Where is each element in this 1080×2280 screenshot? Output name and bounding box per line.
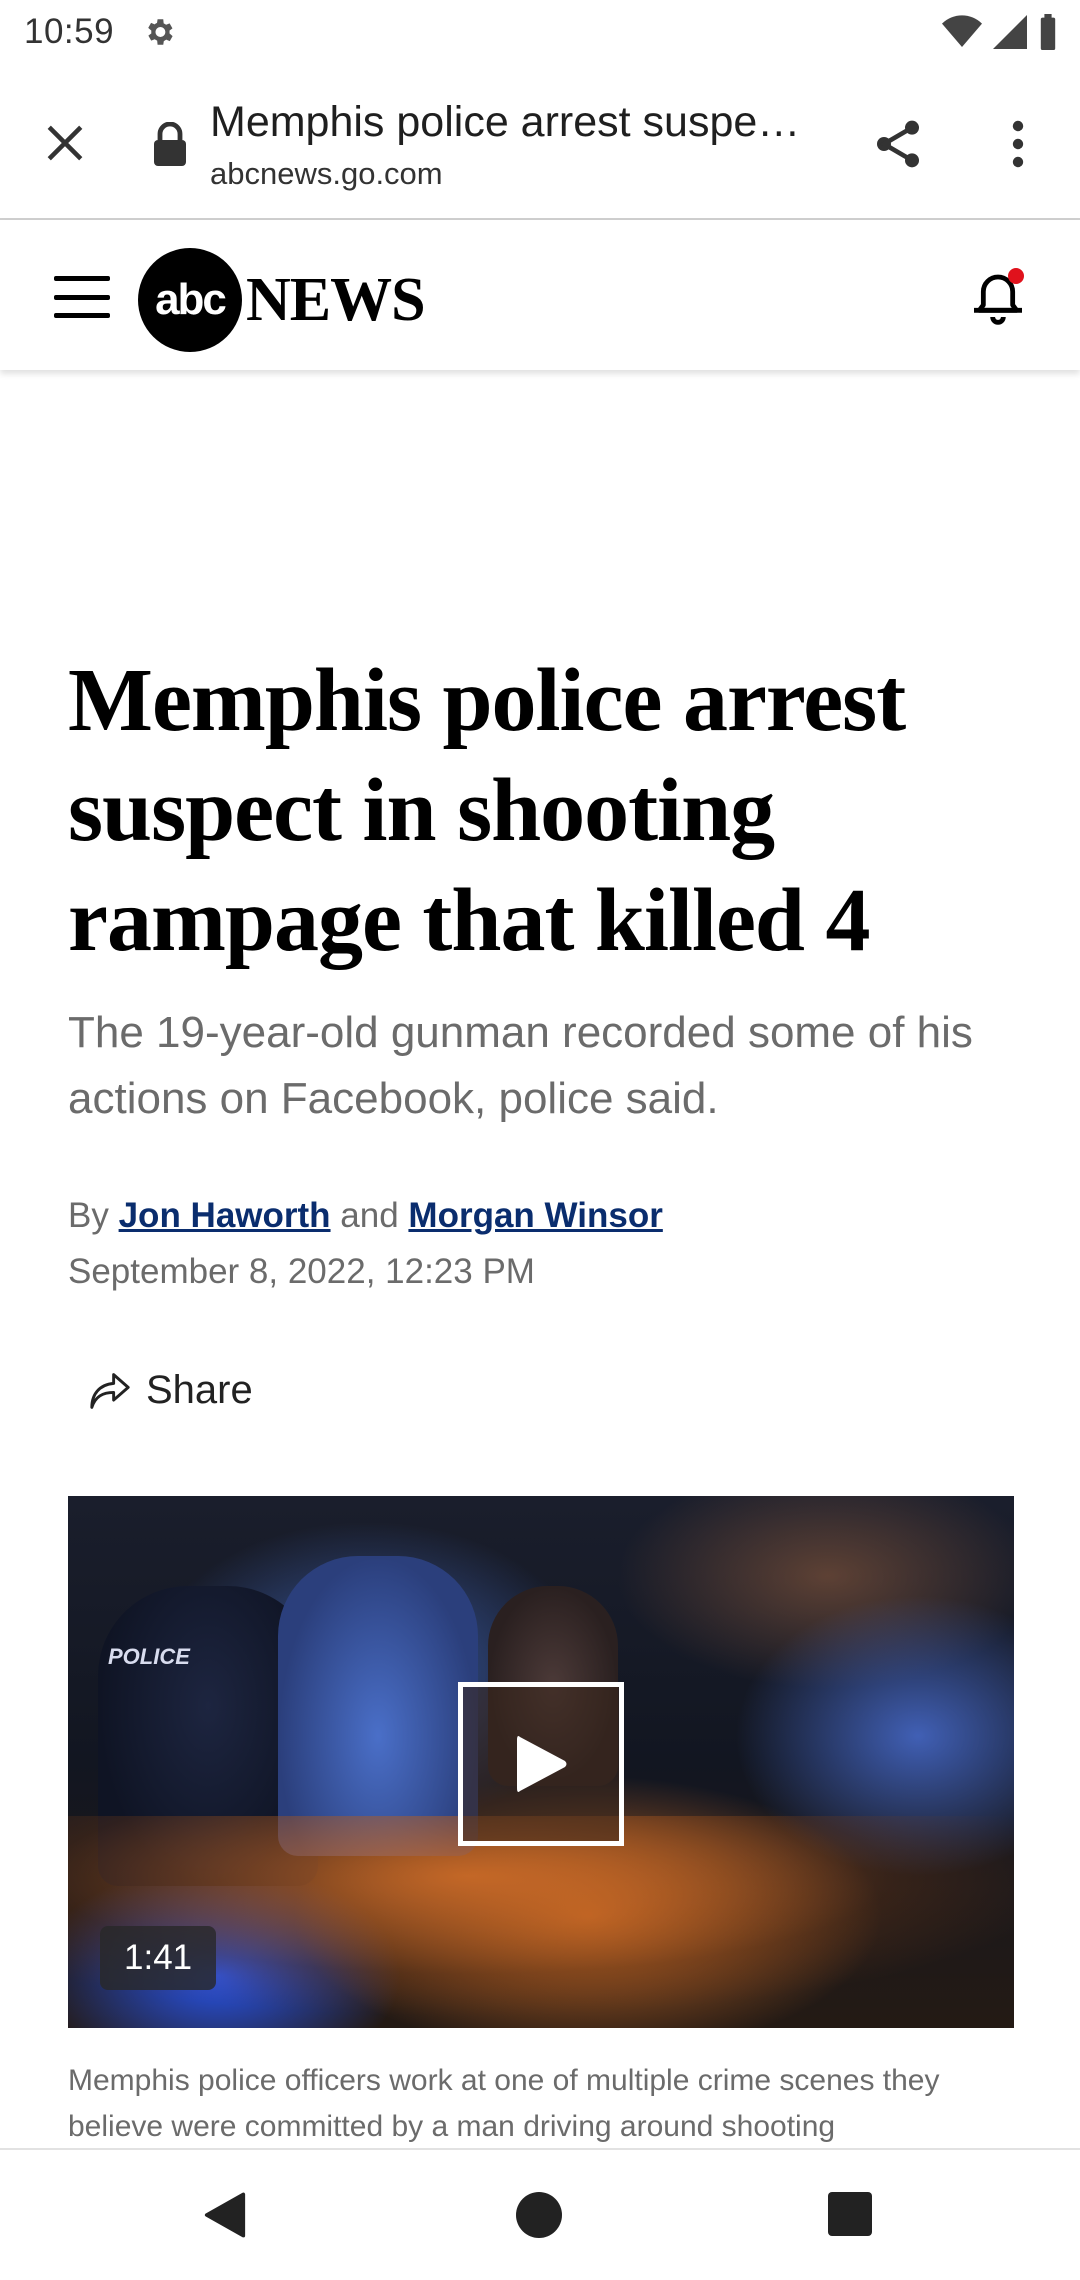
back-icon[interactable] xyxy=(202,2192,248,2238)
home-icon[interactable] xyxy=(516,2192,562,2238)
close-tab-button[interactable] xyxy=(36,114,94,172)
recents-icon[interactable] xyxy=(828,2192,872,2236)
wifi-icon xyxy=(942,15,982,47)
hamburger-menu-icon[interactable] xyxy=(54,276,110,318)
signal-icon xyxy=(993,15,1027,49)
author-link-morgan-winsor[interactable]: Morgan Winsor xyxy=(408,1196,662,1235)
play-icon xyxy=(517,1736,567,1792)
article-headline: Memphis police arrest suspect in shootin… xyxy=(68,651,906,970)
byline: By Jon Haworth and Morgan Winsor xyxy=(68,1196,663,1236)
battery-icon xyxy=(1040,14,1056,50)
system-nav-bar xyxy=(0,2148,1080,2280)
logo-word: NEWS xyxy=(246,265,426,334)
video-thumbnail-car xyxy=(68,1816,1014,2028)
page-url[interactable]: abcnews.go.com xyxy=(210,156,443,192)
browser-toolbar: Memphis police arrest suspe… abcnews.go.… xyxy=(0,64,1080,220)
gear-icon xyxy=(148,19,173,45)
abc-news-logo[interactable]: abc NEWS xyxy=(138,248,426,352)
notification-dot xyxy=(1008,268,1024,284)
video-play-button[interactable] xyxy=(458,1682,624,1846)
video-player[interactable]: POLICE 1:41 xyxy=(68,1496,1014,2028)
more-vert-icon xyxy=(1012,120,1024,168)
browser-share-button[interactable] xyxy=(866,108,930,180)
byline-prefix: By xyxy=(68,1196,109,1235)
video-duration-badge: 1:41 xyxy=(100,1926,217,1990)
video-caption: Memphis police officers work at one of m… xyxy=(68,2064,940,2143)
article-dek: The 19-year-old gunman recorded some of … xyxy=(68,1008,973,1123)
page-title[interactable]: Memphis police arrest suspe… xyxy=(210,98,820,147)
author-link-jon-haworth[interactable]: Jon Haworth xyxy=(119,1196,331,1235)
logo-circle: abc xyxy=(138,248,242,352)
lock-icon xyxy=(154,122,186,166)
article-share-button[interactable]: Share xyxy=(88,1368,253,1413)
police-vest-text: POLICE xyxy=(108,1644,190,1669)
browser-menu-button[interactable] xyxy=(990,108,1046,180)
byline-conjunction: and xyxy=(340,1196,399,1235)
site-header: abc NEWS xyxy=(0,220,1080,370)
status-time: 10:59 xyxy=(24,12,115,51)
share-arrow-icon xyxy=(90,1372,130,1409)
share-icon xyxy=(877,120,919,168)
article-date: September 8, 2022, 12:23 PM xyxy=(68,1252,535,1291)
close-icon xyxy=(47,125,83,161)
share-label: Share xyxy=(146,1368,253,1412)
notification-bell-button[interactable] xyxy=(966,264,1030,330)
status-bar: 10:59 xyxy=(0,0,1080,64)
video-thumbnail-man xyxy=(278,1556,478,1856)
status-icons xyxy=(942,14,1058,50)
